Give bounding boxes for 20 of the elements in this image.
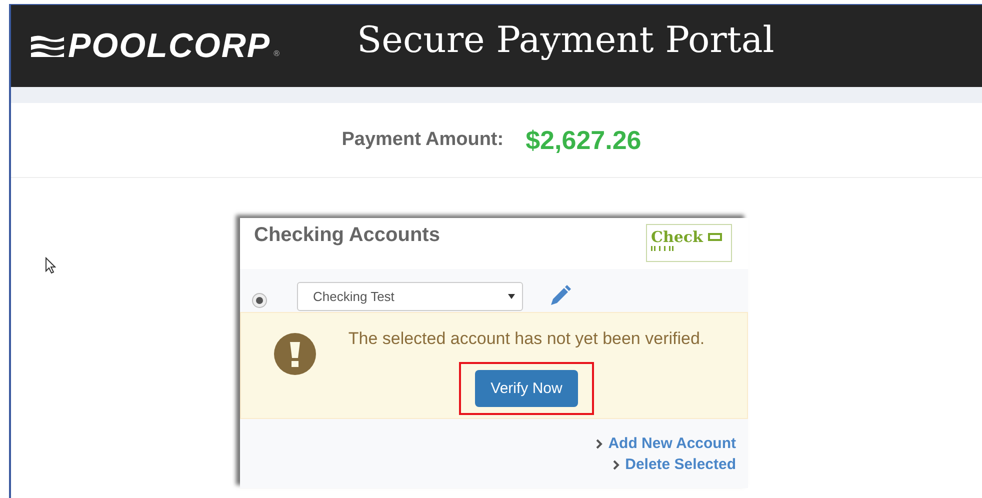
pencil-icon[interactable] (549, 285, 571, 307)
logo-text: POOLCORP (68, 26, 271, 66)
card-title: Checking Accounts (254, 224, 440, 248)
registered-mark: ® (274, 48, 280, 58)
verify-button[interactable]: Verify Now (475, 370, 578, 407)
account-dropdown[interactable]: Checking Test (297, 282, 523, 310)
payment-label: Payment Amount: (342, 129, 504, 151)
page-title: Secure Payment Portal (357, 20, 774, 60)
waves-icon (29, 34, 65, 58)
action-link[interactable]: Delete Selected (613, 456, 736, 473)
chevron-icon (613, 460, 620, 470)
radio-button[interactable] (252, 292, 267, 308)
payment-amount: $2,627.26 (526, 124, 642, 156)
warning-message: The selected account has not yet been verified. (348, 329, 705, 349)
cursor-icon (45, 257, 56, 274)
chevron-icon (596, 438, 604, 448)
check-logo: Check (646, 224, 732, 262)
caret-icon (508, 294, 515, 298)
exclamation-icon (274, 333, 316, 375)
action-link[interactable]: Add New Account (596, 435, 736, 452)
